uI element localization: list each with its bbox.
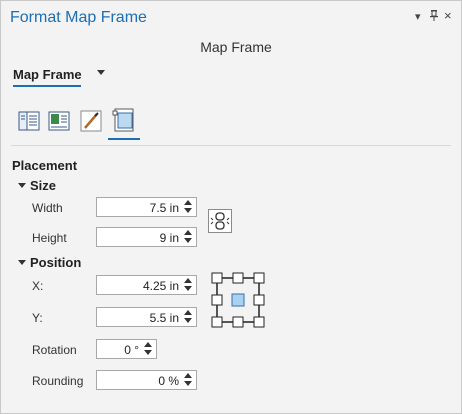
width-field[interactable]: 7.5 in: [96, 197, 197, 217]
width-label: Width: [32, 201, 63, 215]
rounding-field[interactable]: 0 %: [96, 370, 197, 390]
y-field[interactable]: 5.5 in: [96, 307, 197, 327]
height-label: Height: [32, 231, 67, 245]
pane-titlebar: Format Map Frame ▾ ×: [1, 1, 461, 35]
rounding-label: Rounding: [32, 374, 84, 388]
chevron-down-icon[interactable]: ▾: [415, 10, 421, 23]
x-stepper[interactable]: [184, 278, 193, 292]
element-dropdown[interactable]: Map Frame: [13, 67, 82, 82]
height-value: 9 in: [159, 231, 179, 245]
width-stepper[interactable]: [184, 200, 193, 214]
rounding-stepper[interactable]: [184, 373, 193, 387]
anchor-middle-left: [211, 294, 223, 306]
chevron-down-icon[interactable]: [18, 183, 26, 188]
anchor-middle-right: [253, 294, 265, 306]
anchor-top-left: [211, 272, 223, 284]
y-value: 5.5 in: [149, 311, 179, 325]
anchor-bottom-center: [232, 316, 244, 328]
pane-title: Format Map Frame: [10, 9, 147, 26]
rounding-value: 0 %: [158, 374, 179, 388]
x-field[interactable]: 4.25 in: [96, 275, 197, 295]
chevron-down-icon[interactable]: [97, 70, 105, 75]
anchor-bottom-right: [253, 316, 265, 328]
placement-heading: Placement: [12, 158, 78, 173]
chevron-down-icon[interactable]: [18, 260, 26, 265]
height-field[interactable]: 9 in: [96, 227, 197, 247]
close-icon[interactable]: ×: [444, 8, 452, 23]
width-value: 7.5 in: [149, 201, 179, 215]
symbol-icon[interactable]: [80, 110, 104, 134]
link-icon: [210, 212, 230, 230]
rotation-label: Rotation: [32, 343, 77, 357]
rotation-value: 0 °: [124, 343, 139, 357]
position-group-header[interactable]: Position: [30, 255, 81, 270]
y-stepper[interactable]: [184, 310, 193, 324]
anchor-bottom-left: [211, 316, 223, 328]
placement-icon[interactable]: [112, 108, 136, 132]
x-label: X:: [32, 279, 44, 293]
display-icon[interactable]: [48, 110, 72, 134]
aspect-ratio-lock-button[interactable]: [208, 209, 232, 233]
y-label: Y:: [32, 311, 43, 325]
element-type-heading: Map Frame: [200, 39, 272, 55]
rotation-field[interactable]: 0 °: [96, 339, 157, 359]
anchor-top-center: [232, 272, 244, 284]
x-value: 4.25 in: [142, 279, 179, 293]
element-dropdown-underline: [13, 85, 81, 87]
format-map-frame-pane: Format Map Frame ▾ × Map Frame Map Frame: [0, 0, 462, 414]
active-tab-indicator: [108, 138, 140, 140]
size-group-header[interactable]: Size: [30, 178, 56, 193]
anchor-center: [231, 293, 245, 307]
pin-icon[interactable]: [430, 10, 438, 24]
options-icon[interactable]: [18, 110, 42, 134]
anchor-point-selector[interactable]: [211, 271, 265, 329]
anchor-top-right: [253, 272, 265, 284]
divider: [11, 145, 451, 146]
height-stepper[interactable]: [184, 230, 193, 244]
rotation-stepper[interactable]: [144, 342, 153, 356]
